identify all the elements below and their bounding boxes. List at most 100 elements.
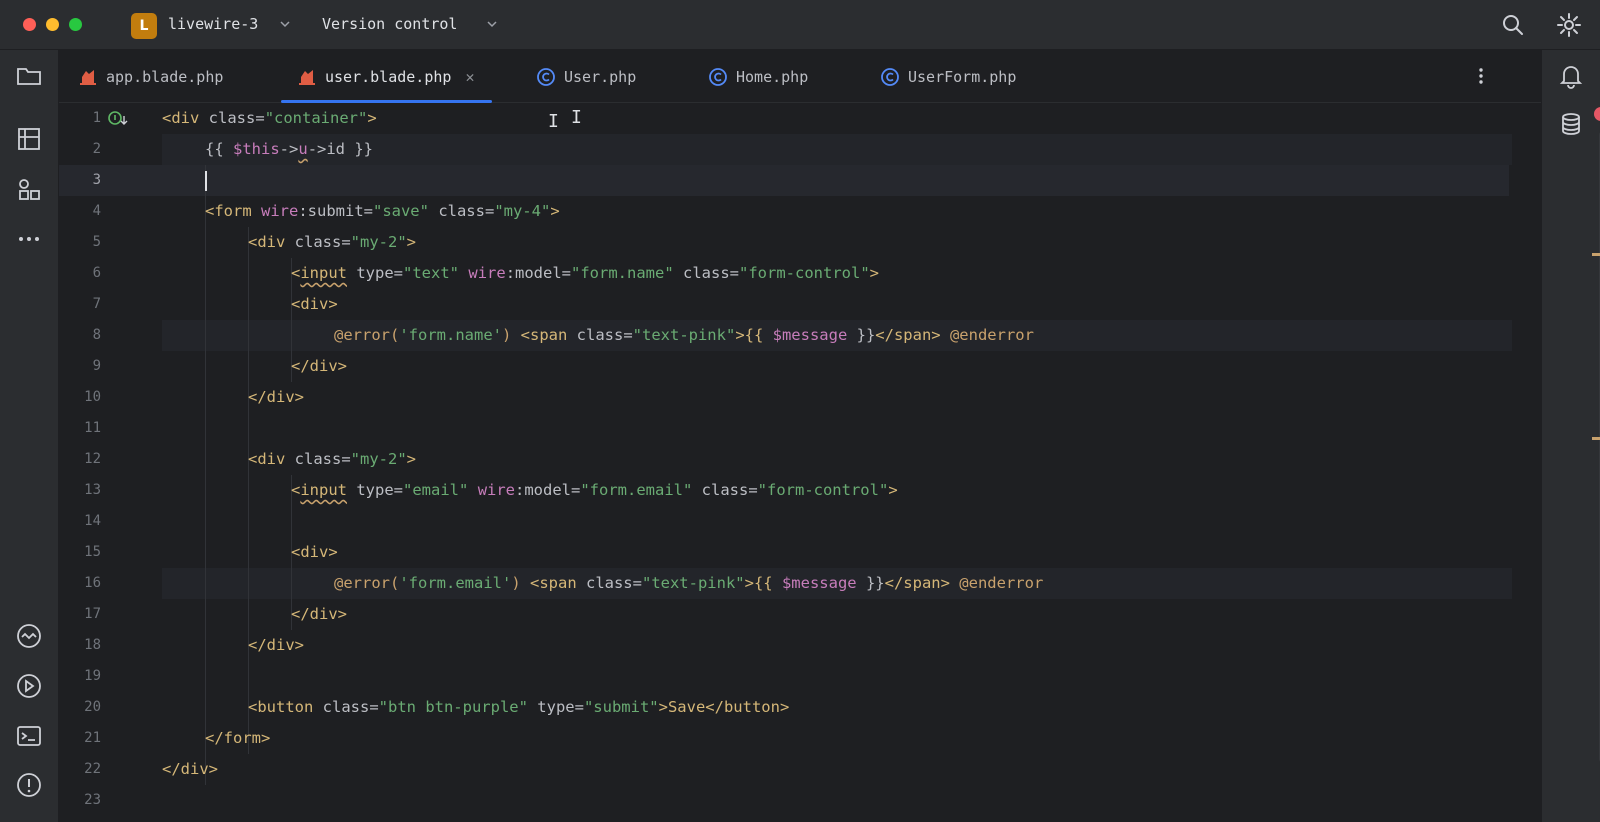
tab-home-php[interactable]: Home.php — [708, 50, 808, 103]
folder-icon — [17, 68, 41, 85]
code-line-10: </div> — [248, 388, 304, 406]
line-number: 23 — [84, 792, 101, 808]
tab-user-php[interactable]: User.php — [536, 50, 636, 103]
line-number: 3 — [92, 172, 101, 188]
chevron-down-icon[interactable] — [277, 16, 293, 32]
line-number: 4 — [92, 203, 101, 219]
project-badge[interactable]: L — [131, 13, 157, 39]
line-number: 16 — [84, 575, 101, 591]
line-number: 2 — [92, 141, 101, 157]
maximize-window-button[interactable] — [69, 18, 82, 31]
line-number: 21 — [84, 730, 101, 746]
tab-label: app.blade.php — [106, 67, 224, 86]
project-tool[interactable] — [15, 62, 43, 90]
chevron-down-icon[interactable] — [484, 16, 500, 32]
indent-guide — [205, 165, 206, 785]
code-line-20: <button class="btn btn-purple" type="sub… — [248, 698, 790, 716]
code-area[interactable]: <div class="container"> {{ $this->u->id … — [162, 103, 1600, 822]
line-number: 13 — [84, 482, 101, 498]
database-tool[interactable] — [1557, 110, 1585, 138]
close-tab-icon[interactable]: ✕ — [465, 68, 474, 86]
gear-icon[interactable] — [1556, 12, 1582, 38]
terminal-tool[interactable] — [15, 722, 43, 750]
text-caret — [205, 171, 207, 191]
line-number: 5 — [92, 234, 101, 250]
tab-app-blade[interactable]: app.blade.php — [78, 50, 223, 103]
plugins-tool[interactable] — [15, 175, 43, 203]
line-number: 10 — [84, 389, 101, 405]
code-editor[interactable]: 1 2 3 4 5 6 7 8 9 10 11 12 13 14 15 16 1… — [59, 103, 1600, 822]
terminal-icon — [17, 726, 41, 746]
project-selector[interactable]: livewire-3 — [168, 15, 258, 33]
line-number: 12 — [84, 451, 101, 467]
line-number: 9 — [92, 358, 101, 374]
php-class-icon — [709, 67, 727, 86]
line-number: 15 — [84, 544, 101, 560]
line-number: 22 — [84, 761, 101, 777]
warning-marker[interactable] — [1592, 437, 1600, 440]
line-number: 14 — [84, 513, 101, 529]
tab-label: user.blade.php — [325, 67, 452, 86]
code-line-16: @error('form.email') <span class="text-p… — [334, 574, 1044, 592]
line-number: 19 — [84, 668, 101, 684]
code-line-22: </div> — [162, 760, 218, 778]
tab-userform-php[interactable]: UserForm.php — [880, 50, 1016, 103]
bell-icon — [1559, 66, 1583, 89]
code-line-4: <form wire:submit="save" class="my-4"> — [205, 202, 560, 220]
code-line-21: </form> — [205, 729, 271, 747]
mouse-cursor-ibeam: I — [548, 111, 559, 132]
problems-icon — [17, 773, 41, 797]
line-number-gutter[interactable]: 1 2 3 4 5 6 7 8 9 10 11 12 13 14 15 16 1… — [59, 103, 161, 822]
line-number: 11 — [84, 420, 101, 436]
code-line-5: <div class="my-2"> — [248, 233, 417, 251]
line-number: 18 — [84, 637, 101, 653]
modules-icon — [19, 179, 40, 200]
more-vertical-icon[interactable] — [1471, 66, 1491, 86]
code-line-1: <div class="container"> — [162, 109, 377, 127]
code-line-13: <input type="email" wire:model="form.ema… — [291, 481, 898, 499]
line-number: 17 — [84, 606, 101, 622]
left-tool-strip — [0, 50, 59, 822]
code-line-12: <div class="my-2"> — [248, 450, 417, 468]
run-icon — [17, 674, 41, 698]
database-icon — [1562, 113, 1580, 135]
notifications-tool[interactable] — [1557, 62, 1585, 90]
blade-file-icon — [80, 69, 96, 85]
problems-tool[interactable] — [15, 771, 43, 799]
more-horizontal-icon — [19, 237, 39, 241]
line-number: 20 — [84, 699, 101, 715]
blade-file-icon — [299, 69, 315, 85]
title-bar: L livewire-3 Version control — [0, 0, 1600, 50]
warning-marker[interactable] — [1592, 253, 1600, 256]
run-tool[interactable] — [15, 672, 43, 700]
services-tool[interactable] — [15, 622, 43, 650]
version-control-menu[interactable]: Version control — [322, 15, 457, 33]
code-line-9: </div> — [291, 357, 347, 375]
line-number: 8 — [92, 327, 101, 343]
services-icon — [17, 624, 41, 648]
code-line-6: <input type="text" wire:model="form.name… — [291, 264, 879, 282]
close-window-button[interactable] — [23, 18, 36, 31]
php-class-icon — [537, 67, 555, 86]
code-line-8: @error('form.name') <span class="text-pi… — [334, 326, 1034, 344]
indent-guide — [248, 227, 249, 754]
structure-icon — [18, 128, 40, 150]
more-tools[interactable] — [15, 225, 43, 253]
tab-label: User.php — [564, 67, 637, 86]
line-number: 7 — [92, 296, 101, 312]
implemented-icon[interactable] — [107, 110, 129, 128]
php-class-icon — [881, 67, 899, 86]
code-line-7: <div> — [291, 295, 338, 313]
code-line-18: </div> — [248, 636, 304, 654]
code-line-17: </div> — [291, 605, 347, 623]
mouse-cursor-ibeam: I — [571, 107, 582, 128]
tab-label: UserForm.php — [908, 67, 1017, 86]
right-tool-strip — [1541, 50, 1600, 822]
code-line-2: {{ $this->u->id }} — [205, 140, 374, 158]
tab-label: Home.php — [736, 67, 809, 86]
search-icon[interactable] — [1500, 12, 1526, 38]
minimize-window-button[interactable] — [46, 18, 59, 31]
line-number: 6 — [92, 265, 101, 281]
tab-user-blade[interactable]: user.blade.php ✕ — [280, 50, 493, 103]
structure-tool[interactable] — [15, 125, 43, 153]
